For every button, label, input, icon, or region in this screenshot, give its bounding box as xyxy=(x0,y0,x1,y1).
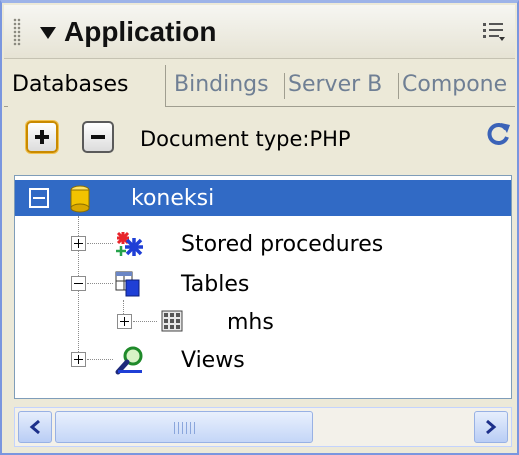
grid-icon xyxy=(161,310,183,332)
horizontal-scrollbar[interactable] xyxy=(14,407,512,447)
toolbar: Document type:PHP xyxy=(4,109,515,169)
grip-dots-icon[interactable] xyxy=(13,18,21,46)
refresh-icon[interactable] xyxy=(486,121,512,147)
tree-guide-line xyxy=(87,359,113,360)
thumb-grip-icon xyxy=(174,422,196,434)
application-panel: Application Databases Bindings Server B … xyxy=(0,0,519,455)
panel-title: Application xyxy=(64,16,217,47)
asterisk-icon xyxy=(116,231,143,256)
tree-guide-line xyxy=(87,283,113,284)
tree-item-table-mhs[interactable]: mhs xyxy=(15,304,511,340)
collapse-toggle[interactable] xyxy=(71,276,86,291)
panel-title-bar[interactable]: Application xyxy=(4,5,515,59)
tab-components[interactable]: Compone xyxy=(402,65,512,107)
tree-item-tables[interactable]: Tables xyxy=(15,266,511,302)
tab-separator xyxy=(284,73,285,99)
tree-item-views[interactable]: Views xyxy=(15,342,511,378)
tab-databases[interactable]: Databases xyxy=(8,65,166,107)
chevron-right-icon xyxy=(486,419,497,435)
remove-button[interactable] xyxy=(82,121,114,153)
expand-toggle[interactable] xyxy=(71,236,86,251)
tree-item-stored-procedures[interactable]: Stored procedures xyxy=(15,226,511,262)
views-label: Views xyxy=(181,348,245,373)
triangle-down-icon[interactable] xyxy=(40,27,56,39)
database-cylinder-icon xyxy=(70,185,90,213)
scroll-right-button[interactable] xyxy=(474,411,508,443)
stored-procedures-label: Stored procedures xyxy=(181,232,384,257)
scroll-left-button[interactable] xyxy=(18,411,52,443)
tab-bindings[interactable]: Bindings xyxy=(174,65,278,107)
chevron-left-icon xyxy=(29,419,40,435)
document-type-label: Document type:PHP xyxy=(140,127,351,151)
tables-label: Tables xyxy=(181,272,250,297)
scroll-thumb[interactable] xyxy=(55,411,313,443)
panel-options-icon[interactable] xyxy=(482,21,506,43)
tab-bar: Databases Bindings Server B Compone xyxy=(4,61,515,107)
connection-label: koneksi xyxy=(131,186,215,211)
magnifier-icon xyxy=(115,346,143,375)
database-tree[interactable]: koneksi Stored procedures Tables mhs Vie… xyxy=(14,175,512,399)
tab-server-behaviors[interactable]: Server B xyxy=(288,65,394,107)
add-button[interactable] xyxy=(26,121,58,153)
table-mhs-label: mhs xyxy=(227,310,274,335)
expand-toggle[interactable] xyxy=(71,352,86,367)
tab-separator xyxy=(398,73,399,99)
tree-guide-line xyxy=(87,243,113,244)
tree-guide-line xyxy=(133,321,157,322)
collapse-toggle[interactable] xyxy=(29,188,49,208)
tree-item-connection[interactable]: koneksi xyxy=(15,180,511,216)
tables-icon xyxy=(115,271,140,297)
expand-toggle[interactable] xyxy=(117,314,132,329)
